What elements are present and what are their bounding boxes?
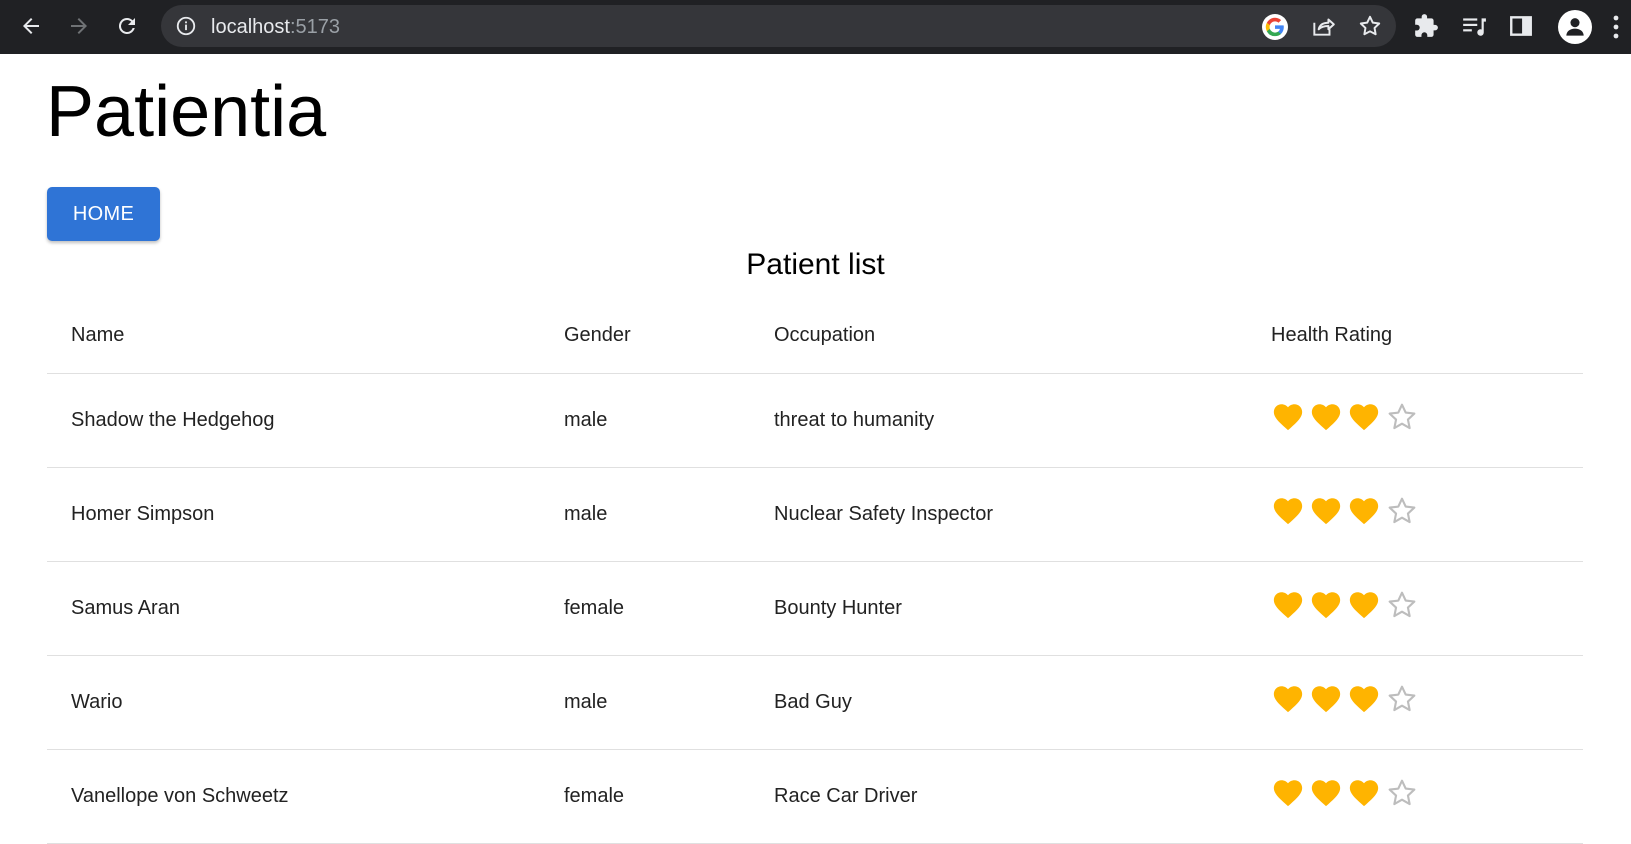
address-bar[interactable]: localhost:5173 bbox=[161, 5, 1396, 47]
table-row[interactable]: Wario male Bad Guy bbox=[47, 656, 1583, 750]
patient-occupation: Bounty Hunter bbox=[774, 597, 902, 619]
heart-filled-icon bbox=[1273, 403, 1303, 430]
star-empty-icon bbox=[1388, 403, 1416, 429]
reading-list-icon[interactable] bbox=[1461, 13, 1487, 39]
health-rating bbox=[1271, 374, 1423, 467]
heart-filled-icon bbox=[1349, 591, 1379, 618]
patient-occupation: Nuclear Safety Inspector bbox=[774, 503, 993, 525]
patient-name: Vanellope von Schweetz bbox=[71, 785, 289, 807]
google-lens-icon[interactable] bbox=[1262, 14, 1288, 40]
heart-filled-icon bbox=[1349, 403, 1379, 430]
heart-filled-icon bbox=[1273, 591, 1303, 618]
share-icon[interactable] bbox=[1310, 13, 1336, 39]
star-empty-icon bbox=[1388, 779, 1416, 805]
health-rating bbox=[1271, 468, 1423, 561]
heart-filled-icon bbox=[1349, 779, 1379, 806]
star-empty-icon bbox=[1388, 591, 1416, 617]
profile-icon[interactable] bbox=[1558, 10, 1592, 44]
rating-icons bbox=[1271, 776, 1423, 810]
heart-filled-icon bbox=[1311, 685, 1341, 712]
site-info-icon[interactable] bbox=[175, 15, 197, 37]
url-host: localhost bbox=[211, 16, 290, 38]
heart-filled-icon bbox=[1273, 497, 1303, 524]
browser-toolbar: localhost:5173 bbox=[0, 0, 1631, 54]
heart-filled-icon bbox=[1273, 779, 1303, 806]
heart-filled-icon bbox=[1311, 497, 1341, 524]
patient-occupation: threat to humanity bbox=[774, 409, 935, 431]
patient-gender: female bbox=[564, 785, 625, 807]
health-rating bbox=[1271, 750, 1423, 843]
bookmark-star-icon[interactable] bbox=[1357, 13, 1383, 39]
rating-icons bbox=[1271, 494, 1423, 528]
health-rating bbox=[1271, 656, 1423, 749]
patient-occupation: Race Car Driver bbox=[774, 785, 918, 807]
table-row[interactable]: Homer Simpson male Nuclear Safety Inspec… bbox=[47, 468, 1583, 562]
menu-icon[interactable] bbox=[1612, 14, 1620, 40]
table-header-row: Name Gender Occupation Health Rating bbox=[47, 285, 1583, 374]
side-panel-icon[interactable] bbox=[1508, 13, 1534, 39]
table-row[interactable]: Vanellope von Schweetz female Race Car D… bbox=[47, 750, 1583, 844]
url-text[interactable]: localhost:5173 bbox=[211, 16, 340, 38]
patient-occupation: Bad Guy bbox=[774, 691, 852, 713]
reload-icon[interactable] bbox=[110, 9, 144, 43]
rating-icons bbox=[1271, 400, 1423, 434]
url-port: :5173 bbox=[289, 16, 340, 38]
heart-filled-icon bbox=[1311, 779, 1341, 806]
home-button[interactable]: HOME bbox=[47, 187, 160, 241]
forward-icon[interactable] bbox=[62, 9, 96, 43]
patient-gender: male bbox=[564, 409, 608, 431]
patient-table: Name Gender Occupation Health Rating Sha… bbox=[47, 285, 1583, 844]
patient-name: Homer Simpson bbox=[71, 503, 215, 525]
patient-name: Wario bbox=[71, 691, 123, 713]
page-title: Patientia bbox=[46, 72, 327, 152]
header-occupation: Occupation bbox=[774, 323, 876, 346]
star-empty-icon bbox=[1388, 497, 1416, 523]
header-health-rating: Health Rating bbox=[1271, 323, 1393, 346]
extensions-icon[interactable] bbox=[1413, 13, 1439, 39]
heart-filled-icon bbox=[1349, 685, 1379, 712]
header-name: Name bbox=[71, 323, 125, 346]
back-icon[interactable] bbox=[14, 9, 48, 43]
heart-filled-icon bbox=[1273, 685, 1303, 712]
patient-name: Shadow the Hedgehog bbox=[71, 409, 275, 431]
heart-filled-icon bbox=[1311, 403, 1341, 430]
table-row[interactable]: Samus Aran female Bounty Hunter bbox=[47, 562, 1583, 656]
health-rating bbox=[1271, 562, 1423, 655]
heart-filled-icon bbox=[1311, 591, 1341, 618]
star-empty-icon bbox=[1388, 685, 1416, 711]
patient-gender: male bbox=[564, 691, 608, 713]
header-gender: Gender bbox=[564, 323, 631, 346]
patient-list-title: Patient list bbox=[746, 248, 885, 281]
rating-icons bbox=[1271, 588, 1423, 622]
patient-name: Samus Aran bbox=[71, 597, 180, 619]
patient-gender: male bbox=[564, 503, 608, 525]
patient-gender: female bbox=[564, 597, 625, 619]
heart-filled-icon bbox=[1349, 497, 1379, 524]
rating-icons bbox=[1271, 682, 1423, 716]
table-row[interactable]: Shadow the Hedgehog male threat to human… bbox=[47, 374, 1583, 468]
